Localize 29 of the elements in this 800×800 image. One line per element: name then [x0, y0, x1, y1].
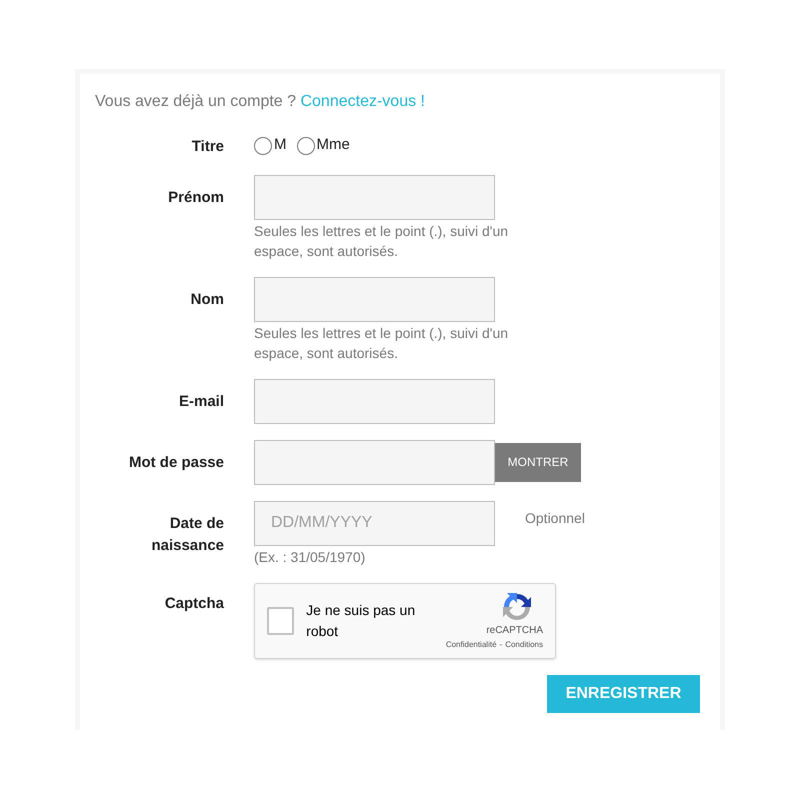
link-separator: - — [500, 640, 502, 650]
field-label: E-mail — [178, 392, 224, 412]
terms-link[interactable]: Conditions — [505, 640, 543, 650]
privacy-link[interactable]: Confidentialité — [446, 640, 497, 650]
login-prompt: Vous avez déjà un compte ? Connectez-vous ! — [95, 92, 426, 112]
show-password-button[interactable]: MONTRER — [495, 442, 581, 482]
field-label: Mot de passe — [128, 452, 224, 472]
radio-button[interactable] — [254, 137, 272, 155]
text-field[interactable] — [254, 174, 495, 220]
field-label: Captcha — [164, 594, 224, 614]
captcha-checkbox[interactable] — [267, 606, 294, 634]
field-label: Nom — [190, 290, 224, 310]
radio-option[interactable]: Mme — [296, 134, 350, 156]
help-text: (Ex. : 31/05/1970) — [254, 548, 366, 566]
optional-note: Optionnel — [525, 508, 585, 528]
password-field[interactable] — [254, 440, 495, 484]
help-text: Seules les lettres et le point (.), suivi d'un espace, sont autorisés. — [254, 222, 510, 260]
circular-arrows-icon — [501, 591, 533, 623]
radio-option[interactable]: M — [254, 134, 286, 156]
field-label: Prénom — [167, 188, 224, 208]
radio-button[interactable] — [296, 137, 314, 155]
date-field[interactable]: DD/MM/YYYY — [254, 500, 495, 546]
field-label: Titre — [190, 137, 224, 157]
field-label: Date de naissance — [150, 514, 224, 556]
help-text: Seules les lettres et le point (.), suivi d'un espace, sont autorisés. — [254, 324, 510, 362]
text-field[interactable] — [254, 276, 495, 322]
text-field[interactable] — [254, 378, 495, 424]
captcha-brand: reCAPTCHA — [486, 625, 543, 637]
captcha-label: Je ne suis pas un robot — [306, 600, 416, 640]
